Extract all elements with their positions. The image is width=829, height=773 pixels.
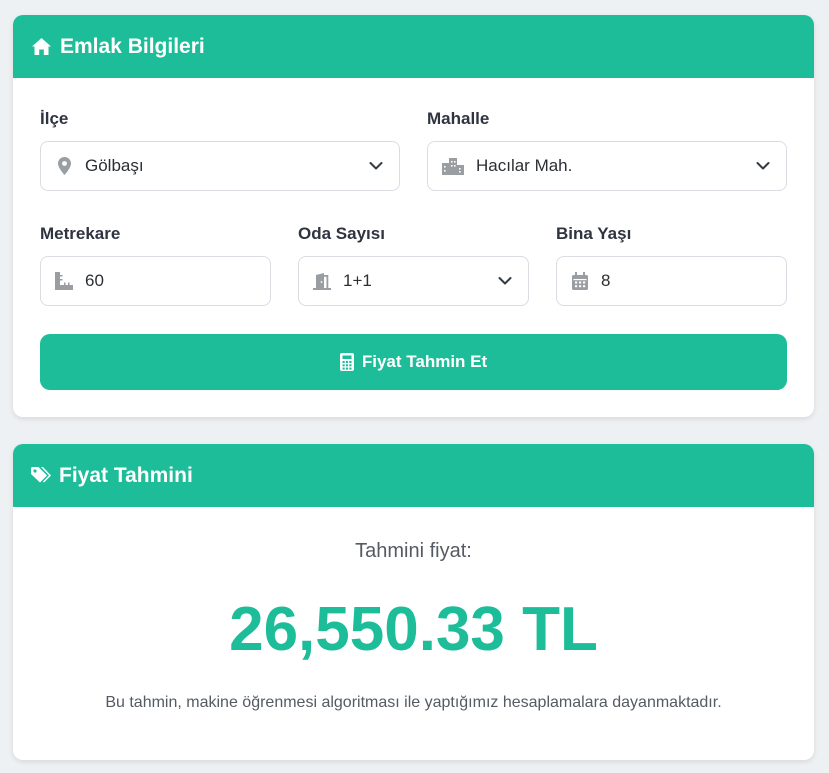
door-open-icon bbox=[313, 272, 331, 290]
district-value: Gölbaşı bbox=[85, 156, 144, 175]
chevron-down-icon bbox=[498, 277, 512, 286]
neighborhood-value: Hacılar Mah. bbox=[476, 156, 573, 175]
estimate-price-button[interactable]: Fiyat Tahmin Et bbox=[40, 334, 787, 390]
price-estimate-title: Fiyat Tahmini bbox=[59, 463, 193, 487]
estimate-price-label: Fiyat Tahmin Et bbox=[361, 352, 488, 371]
ruler-icon bbox=[55, 272, 73, 290]
tags-icon bbox=[31, 466, 51, 485]
property-info-card: Emlak Bilgileri İlçe Gölbaşı Mahalle Hac… bbox=[13, 15, 814, 417]
estimate-disclaimer: Bu tahmin, makine öğrenmesi algoritması … bbox=[105, 694, 722, 711]
area-value: 60 bbox=[85, 271, 104, 290]
district-select[interactable]: Gölbaşı bbox=[40, 141, 400, 191]
building-age-value: 8 bbox=[601, 271, 611, 290]
building-age-label: Bina Yaşı bbox=[556, 224, 632, 243]
estimated-price-value: 26,550.33 TL bbox=[229, 595, 598, 664]
chevron-down-icon bbox=[756, 162, 770, 171]
rooms-select[interactable]: 1+1 bbox=[298, 256, 529, 306]
city-icon bbox=[442, 157, 464, 175]
rooms-label: Oda Sayısı bbox=[298, 224, 385, 243]
property-info-title: Emlak Bilgileri bbox=[60, 34, 205, 58]
calendar-icon bbox=[571, 272, 589, 290]
price-estimate-header: Fiyat Tahmini bbox=[13, 444, 814, 507]
property-info-header: Emlak Bilgileri bbox=[13, 15, 814, 78]
estimated-price-caption: Tahmini fiyat: bbox=[355, 540, 472, 562]
map-marker-icon bbox=[55, 157, 73, 175]
district-label: İlçe bbox=[40, 109, 69, 128]
home-icon bbox=[31, 37, 52, 56]
area-label: Metrekare bbox=[40, 224, 121, 243]
building-age-input[interactable]: 8 bbox=[556, 256, 787, 306]
price-estimate-card: Fiyat Tahmini Tahmini fiyat: 26,550.33 T… bbox=[13, 444, 814, 760]
rooms-value: 1+1 bbox=[343, 271, 372, 290]
calculator-icon bbox=[339, 353, 354, 371]
chevron-down-icon bbox=[369, 162, 383, 171]
neighborhood-label: Mahalle bbox=[427, 109, 490, 128]
neighborhood-select[interactable]: Hacılar Mah. bbox=[427, 141, 787, 191]
area-input[interactable]: 60 bbox=[40, 256, 271, 306]
